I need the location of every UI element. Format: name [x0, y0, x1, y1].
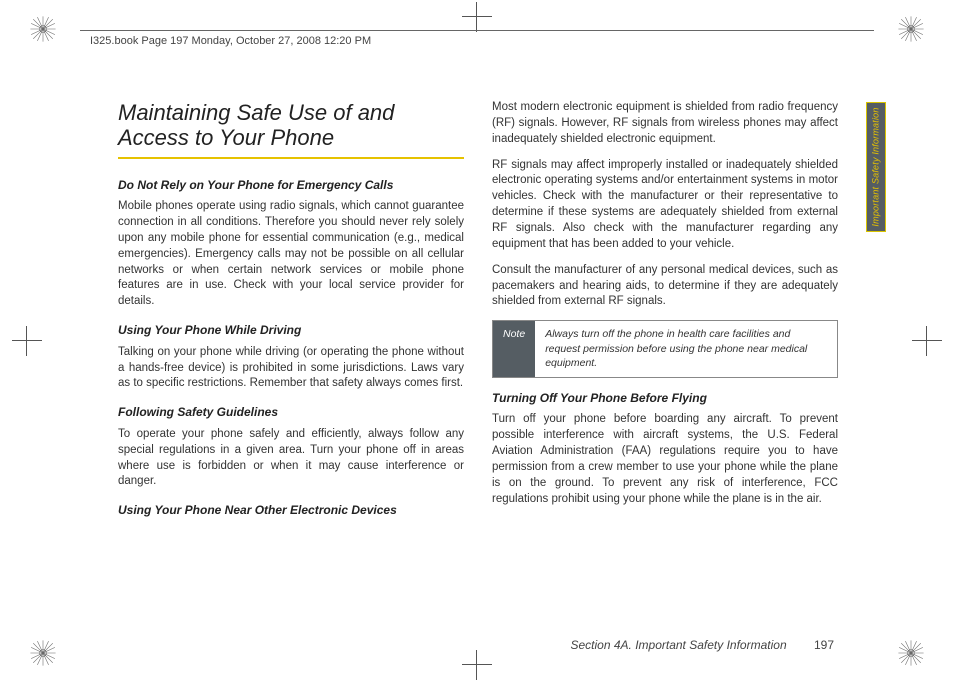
crop-mark-icon [462, 2, 492, 32]
section-tab-label: Important Safety Information [871, 107, 881, 226]
subhead-guidelines: Following Safety Guidelines [118, 404, 464, 421]
para-rf1: Most modern electronic equipment is shie… [492, 100, 838, 148]
registration-mark-icon [896, 638, 926, 668]
registration-mark-icon [28, 638, 58, 668]
crop-mark-icon [912, 326, 942, 356]
crop-mark-icon [12, 326, 42, 356]
section-tab: Important Safety Information [866, 102, 886, 232]
title-underline [118, 157, 464, 159]
subhead-electronics: Using Your Phone Near Other Electronic D… [118, 502, 464, 519]
registration-mark-icon [28, 14, 58, 44]
para-rf2: RF signals may affect improperly install… [492, 158, 838, 253]
subhead-flying: Turning Off Your Phone Before Flying [492, 390, 838, 407]
para-emergency: Mobile phones operate using radio signal… [118, 199, 464, 310]
subhead-emergency: Do Not Rely on Your Phone for Emergency … [118, 177, 464, 194]
para-flying: Turn off your phone before boarding any … [492, 412, 838, 507]
para-guidelines: To operate your phone safely and efficie… [118, 427, 464, 490]
registration-mark-icon [896, 14, 926, 44]
note-label: Note [493, 321, 535, 376]
header-rule [80, 30, 874, 31]
note-body: Always turn off the phone in health care… [535, 321, 837, 376]
para-rf3: Consult the manufacturer of any personal… [492, 263, 838, 311]
note-box: Note Always turn off the phone in health… [492, 320, 838, 377]
left-column: Maintaining Safe Use of and Access to Yo… [118, 100, 464, 620]
footer-section: Section 4A. Important Safety Information [571, 638, 787, 652]
running-header: I325.book Page 197 Monday, October 27, 2… [90, 35, 371, 47]
crop-mark-icon [462, 650, 492, 680]
page-body: Maintaining Safe Use of and Access to Yo… [118, 100, 838, 620]
subhead-driving: Using Your Phone While Driving [118, 322, 464, 339]
right-column: Most modern electronic equipment is shie… [492, 100, 838, 620]
page-footer: Section 4A. Important Safety Information… [571, 638, 835, 652]
para-driving: Talking on your phone while driving (or … [118, 345, 464, 393]
page-number: 197 [814, 638, 834, 652]
page-title: Maintaining Safe Use of and Access to Yo… [118, 100, 464, 151]
